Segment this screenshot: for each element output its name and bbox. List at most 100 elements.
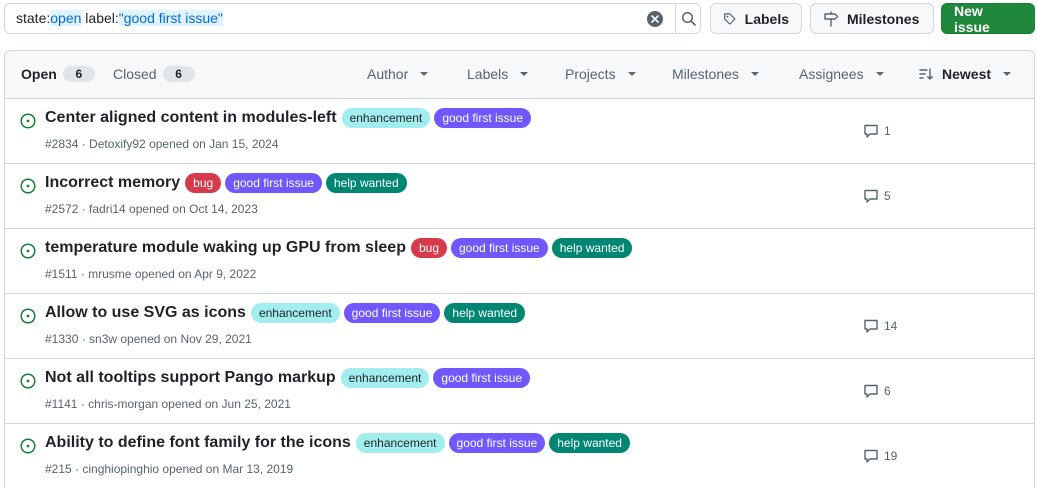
closed-issues-tab[interactable]: Closed 6	[113, 66, 195, 82]
issue-comment-count: 6	[884, 384, 891, 398]
issue-comments-link[interactable]: 14	[863, 318, 897, 334]
issue-meta: #1330 · sn3w opened on Nov 29, 2021	[45, 332, 252, 346]
issue-title-link[interactable]: Center aligned content in modules-left	[45, 109, 337, 127]
labels-button[interactable]: Labels	[710, 3, 802, 34]
issue-comment-count: 1	[884, 124, 891, 138]
closed-issues-count: 6	[162, 66, 195, 82]
labels-filter[interactable]: Labels	[467, 66, 529, 82]
issue-label[interactable]: bug	[185, 173, 222, 193]
comment-icon	[864, 189, 878, 203]
projects-filter-label: Projects	[565, 66, 616, 82]
issue-row[interactable]: Ability to define font family for the ic…	[5, 424, 1034, 488]
issue-title-line: temperature module waking up GPU from sl…	[45, 238, 633, 258]
open-issues-count: 6	[62, 66, 95, 82]
issue-comments-link[interactable]: 5	[863, 188, 891, 204]
sort-filter[interactable]: Newest	[918, 66, 1012, 82]
new-issue-button-label: New issue	[954, 2, 990, 35]
milestones-filter[interactable]: Milestones	[672, 66, 759, 82]
issue-row[interactable]: Not all tooltips support Pango markup enh…	[5, 359, 1034, 424]
comment-icon	[864, 124, 878, 138]
issues-search-field[interactable]: state:open label:"good first issue"	[4, 3, 701, 34]
search-query-label-key: label:	[81, 10, 119, 26]
issue-comment-count: 5	[884, 189, 891, 203]
chevron-down-icon	[420, 72, 429, 76]
issue-title-line: Allow to use SVG as icons enhancement good…	[45, 303, 526, 323]
issue-label[interactable]: help wanted	[444, 303, 526, 323]
issue-label[interactable]: good first issue	[434, 108, 532, 128]
issue-label[interactable]: good first issue	[433, 368, 531, 388]
issue-label[interactable]: good first issue	[343, 303, 441, 323]
issue-label[interactable]: help wanted	[549, 433, 630, 453]
issue-opened-icon	[20, 373, 36, 389]
issue-title-line: Not all tooltips support Pango markup enh…	[45, 368, 531, 388]
issue-opened-icon	[20, 178, 36, 194]
issue-label[interactable]: enhancement	[340, 368, 430, 388]
issue-label[interactable]: good first issue	[448, 433, 546, 453]
chevron-down-icon	[875, 72, 884, 76]
search-query-state-value: open	[50, 10, 82, 26]
issue-meta: #2572 · fadri14 opened on Oct 14, 2023	[45, 202, 258, 216]
search-query[interactable]: state:open label:"good first issue"	[16, 10, 223, 26]
assignees-filter-label: Assignees	[799, 66, 864, 82]
sort-filter-label: Newest	[942, 66, 992, 82]
search-query-label-value: "good first issue"	[118, 10, 223, 26]
issue-label[interactable]: bug	[410, 238, 447, 258]
sort-desc-icon	[919, 68, 933, 80]
search-icon	[681, 11, 696, 26]
issue-title-line: Incorrect memory bug good first issue help …	[45, 173, 407, 193]
clear-x-icon[interactable]	[647, 11, 663, 27]
issue-label[interactable]: help wanted	[325, 173, 407, 193]
issue-label[interactable]: good first issue	[451, 238, 548, 258]
chevron-down-icon	[750, 72, 759, 76]
issue-label[interactable]: enhancement	[250, 303, 340, 323]
issue-title-line: Ability to define font family for the ic…	[45, 433, 630, 453]
issue-title-link[interactable]: Incorrect memory	[45, 174, 180, 192]
issue-comments-link[interactable]: 6	[863, 383, 891, 399]
issue-title-line: Center aligned content in modules-left en…	[45, 108, 532, 128]
issue-title-link[interactable]: temperature module waking up GPU from sl…	[45, 239, 406, 257]
open-issues-label: Open	[21, 66, 57, 82]
comment-icon	[864, 319, 878, 333]
chevron-down-icon	[1003, 72, 1012, 76]
labels-filter-label: Labels	[467, 66, 509, 82]
open-issues-tab[interactable]: Open 6	[21, 66, 95, 82]
author-filter[interactable]: Author	[367, 66, 429, 82]
issues-toolbar: state:open label:"good first issue" Labe…	[0, 0, 1037, 38]
issue-title-link[interactable]: Allow to use SVG as icons	[45, 304, 246, 322]
issue-opened-icon	[20, 308, 36, 324]
author-filter-label: Author	[367, 66, 409, 82]
projects-filter[interactable]: Projects	[565, 66, 636, 82]
search-query-state-key: state:	[16, 10, 51, 26]
search-button[interactable]	[676, 4, 701, 33]
comment-icon	[864, 384, 878, 398]
assignees-filter[interactable]: Assignees	[799, 66, 884, 82]
issue-row[interactable]: temperature module waking up GPU from sl…	[5, 229, 1034, 294]
milestones-filter-label: Milestones	[672, 66, 739, 82]
issue-opened-icon	[20, 438, 36, 454]
milestones-button[interactable]: Milestones	[810, 3, 934, 34]
issues-list: Open 6 Closed 6 Author Labels Projects M…	[4, 50, 1035, 488]
new-issue-button[interactable]: New issue	[941, 2, 1035, 35]
issue-opened-icon	[20, 113, 36, 129]
issue-rows: Center aligned content in modules-left en…	[5, 99, 1034, 488]
tag-icon	[724, 12, 736, 25]
issue-meta: #2834 · Detoxify92 opened on Jan 15, 202…	[45, 137, 279, 151]
issue-title-link[interactable]: Not all tooltips support Pango markup	[45, 369, 336, 387]
issues-list-header: Open 6 Closed 6 Author Labels Projects M…	[5, 51, 1034, 99]
issue-title-link[interactable]: Ability to define font family for the ic…	[45, 434, 351, 452]
issue-row[interactable]: Incorrect memory bug good first issue help …	[5, 164, 1034, 229]
issue-label[interactable]: good first issue	[225, 173, 322, 193]
issue-label[interactable]: enhancement	[355, 433, 445, 453]
issue-row[interactable]: Allow to use SVG as icons enhancement good…	[5, 294, 1034, 359]
issue-meta: #215 · cinghiopinghio opened on Mar 13, …	[45, 462, 294, 476]
issue-comments-link[interactable]: 1	[863, 123, 891, 139]
issue-comment-count: 14	[884, 319, 898, 333]
issue-opened-icon	[20, 243, 36, 259]
issue-comments-link[interactable]: 19	[863, 448, 897, 464]
chevron-down-icon	[627, 72, 636, 76]
milestone-icon	[824, 10, 839, 27]
issue-label[interactable]: help wanted	[551, 238, 633, 258]
issue-label[interactable]: enhancement	[341, 108, 431, 128]
issue-row[interactable]: Center aligned content in modules-left en…	[5, 99, 1034, 164]
issue-meta: #1141 · chris-morgan opened on Jun 25, 2…	[45, 397, 291, 411]
